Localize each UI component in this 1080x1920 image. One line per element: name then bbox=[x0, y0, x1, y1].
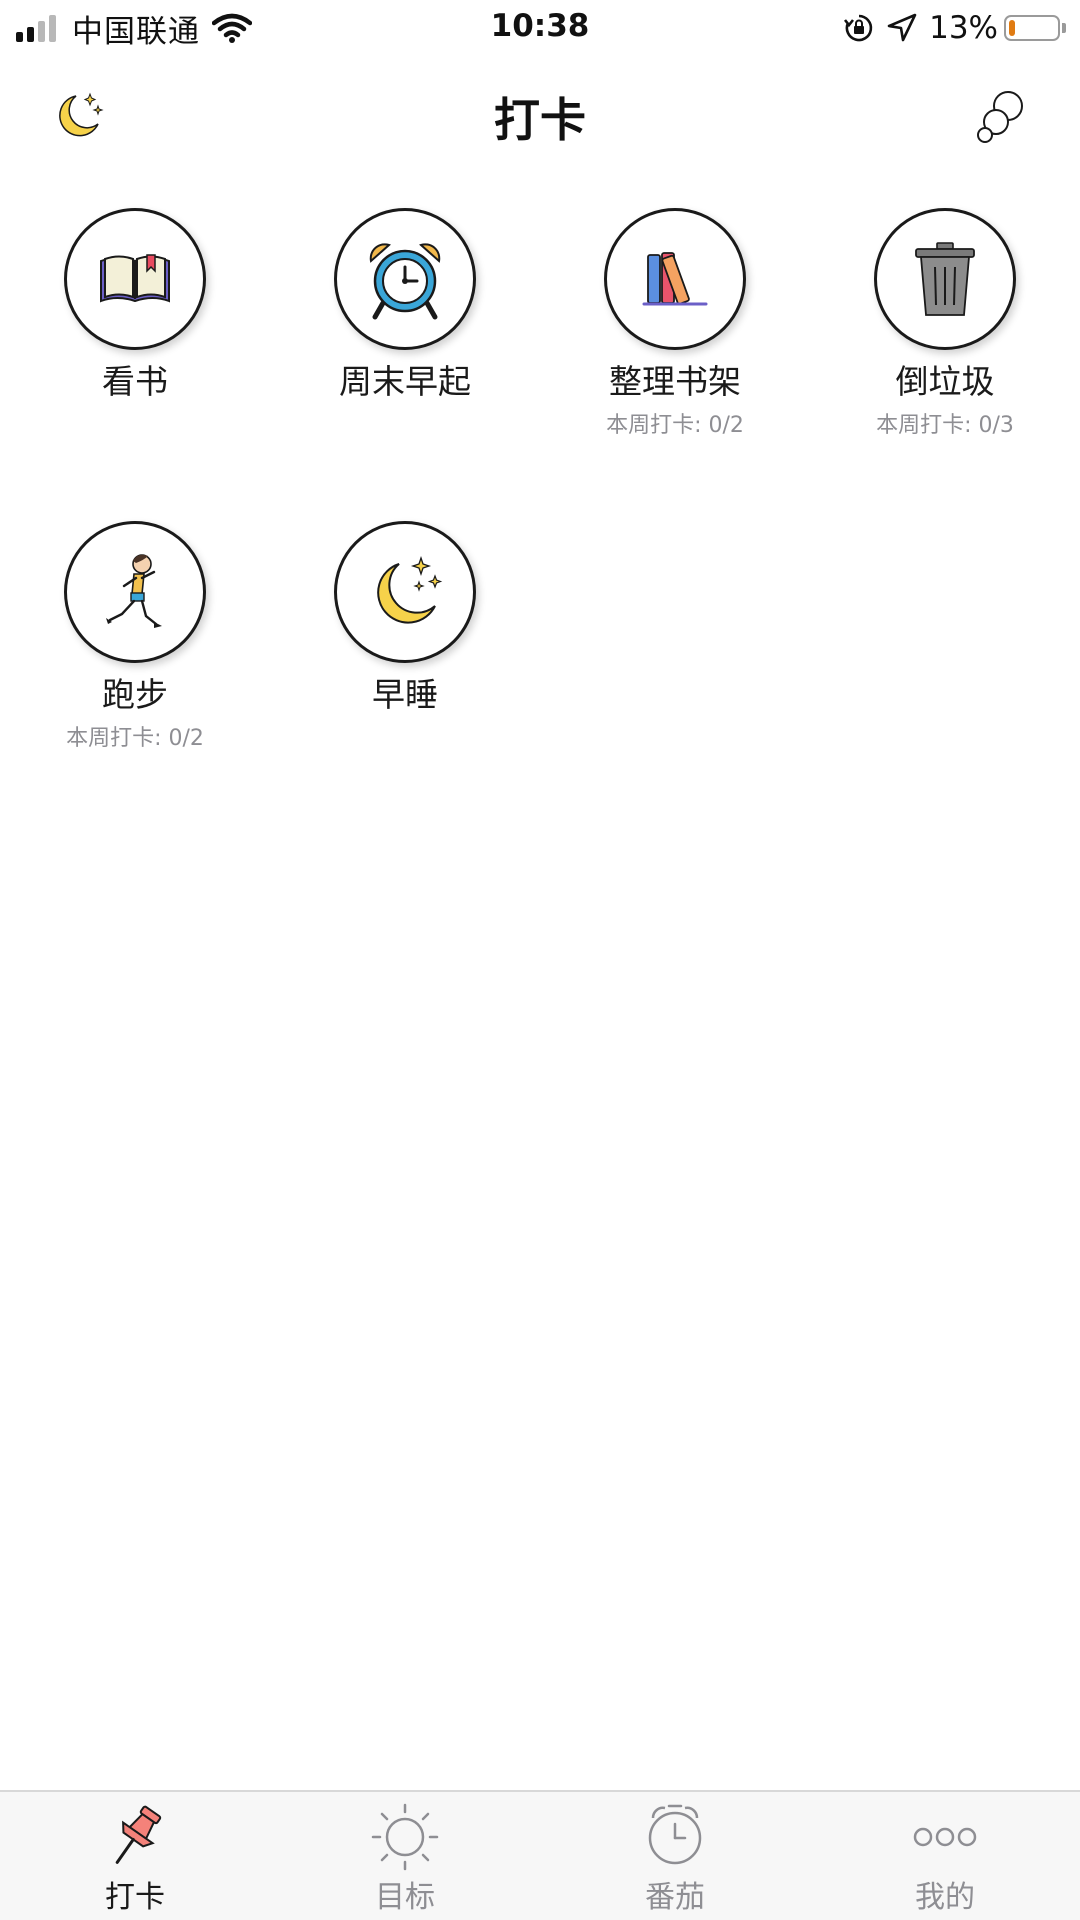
tab-pomodoro[interactable]: 番茄 bbox=[540, 1792, 810, 1920]
habit-circle[interactable] bbox=[604, 208, 746, 350]
tab-label: 目标 bbox=[375, 1880, 435, 1915]
habit-name: 看书 bbox=[102, 362, 168, 401]
battery-cap bbox=[1062, 23, 1066, 33]
battery-icon bbox=[1004, 15, 1060, 41]
tab-label: 番茄 bbox=[645, 1880, 705, 1915]
tab-mine[interactable]: 我的 bbox=[810, 1792, 1080, 1920]
bubbles-button[interactable] bbox=[974, 88, 1030, 144]
habit-circle[interactable] bbox=[64, 208, 206, 350]
tab-bar: 打卡 目标 番茄 我的 bbox=[0, 1790, 1080, 1920]
tab-label: 我的 bbox=[915, 1880, 975, 1915]
habit-name: 周末早起 bbox=[339, 362, 471, 401]
habit-weekly-count: 本周打卡: 0/2 bbox=[606, 413, 744, 438]
alarm-clock-icon bbox=[369, 243, 441, 320]
trash-can-icon bbox=[915, 242, 975, 316]
battery-fill bbox=[1009, 20, 1015, 36]
habit-item-weekend-early-rise[interactable]: 周末早起 bbox=[270, 208, 540, 412]
dots-icon bbox=[913, 1827, 977, 1847]
status-bar: 中国联通 10:38 13% bbox=[0, 0, 1080, 56]
bubbles-icon bbox=[977, 91, 1023, 143]
open-book-icon bbox=[100, 254, 170, 303]
habit-weekly-count: 本周打卡: 0/3 bbox=[876, 413, 1014, 438]
tab-label: 打卡 bbox=[105, 1880, 165, 1915]
crescent-moon-icon bbox=[377, 555, 443, 624]
runner-icon bbox=[106, 554, 162, 628]
habit-name: 倒垃圾 bbox=[895, 362, 995, 401]
pushpin-icon bbox=[115, 1805, 162, 1864]
habit-circle[interactable] bbox=[64, 521, 206, 663]
habit-weekly-count: 本周打卡: 0/2 bbox=[66, 726, 204, 751]
battery-percent: 13% bbox=[929, 10, 998, 46]
location-arrow-icon bbox=[887, 13, 917, 42]
habit-name: 早睡 bbox=[372, 675, 438, 714]
habit-name: 跑步 bbox=[102, 675, 168, 714]
habit-item-reading[interactable]: 看书 bbox=[0, 208, 270, 412]
status-right: 13% bbox=[843, 8, 1066, 48]
page-title: 打卡 bbox=[494, 93, 586, 147]
habit-name: 整理书架 bbox=[609, 362, 741, 401]
habit-item-organize-bookshelf[interactable]: 整理书架 本周打卡: 0/2 bbox=[540, 208, 810, 440]
habit-circle[interactable] bbox=[334, 521, 476, 663]
rotation-lock-icon bbox=[844, 14, 873, 42]
habit-circle[interactable] bbox=[334, 208, 476, 350]
tab-checkin[interactable]: 打卡 bbox=[0, 1792, 270, 1920]
habit-item-sleep-early[interactable]: 早睡 bbox=[270, 521, 540, 725]
books-icon bbox=[642, 252, 708, 306]
screen: 中国联通 10:38 13% 打卡 看书 周末早起 整理书架 本周打卡: 0/2… bbox=[0, 0, 1080, 1920]
habit-item-take-out-trash[interactable]: 倒垃圾 本周打卡: 0/3 bbox=[810, 208, 1080, 440]
nav-bar: 打卡 bbox=[0, 70, 1080, 160]
habit-circle[interactable] bbox=[874, 208, 1016, 350]
sun-icon bbox=[371, 1803, 439, 1871]
clock-icon bbox=[648, 1804, 702, 1865]
tab-goals[interactable]: 目标 bbox=[270, 1792, 540, 1920]
habit-item-running[interactable]: 跑步 本周打卡: 0/2 bbox=[0, 521, 270, 753]
